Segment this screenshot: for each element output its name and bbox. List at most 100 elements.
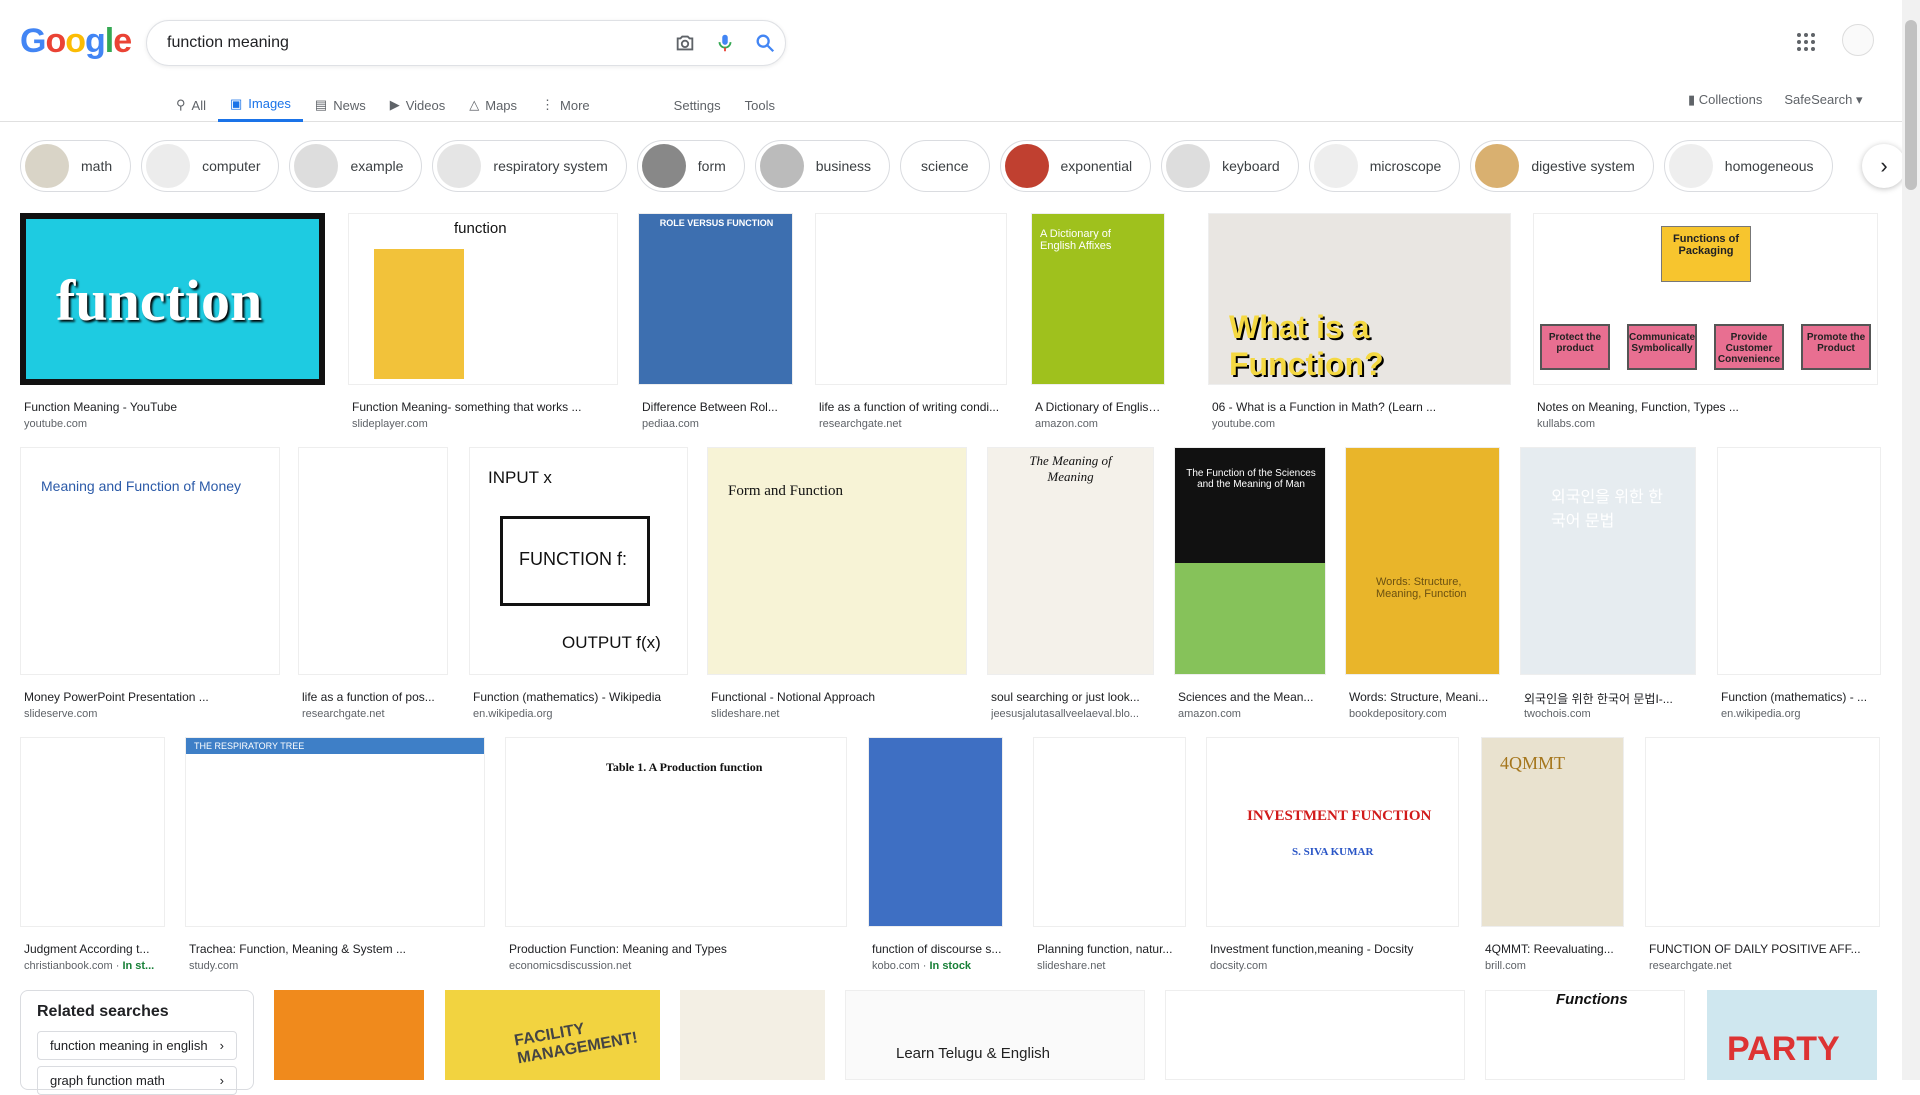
result-title[interactable]: 외국인을 위한 한국어 문법I-... (1524, 690, 1696, 707)
result-title[interactable]: function of discourse s... (872, 942, 1003, 956)
related-search-item[interactable]: graph function math › (37, 1066, 237, 1095)
chip-exponential[interactable]: exponential (999, 140, 1152, 192)
tab-more[interactable]: ⋮ More (529, 88, 602, 122)
scrollbar-thumb[interactable] (1905, 20, 1917, 190)
result-thumbnail[interactable] (274, 990, 424, 1080)
chip-thumbnail (1313, 144, 1358, 188)
result-thumbnail[interactable]: function (20, 213, 325, 385)
result-title[interactable]: Planning function, natur... (1037, 942, 1186, 956)
result-thumbnail[interactable]: The Function of the Sciences and the Mea… (1174, 447, 1326, 675)
result-title[interactable]: Function (mathematics) - Wikipedia (473, 690, 688, 704)
result-thumbnail[interactable]: INPUT x FUNCTION f: OUTPUT f(x) (469, 447, 688, 675)
result-thumbnail[interactable]: PARTY (1707, 990, 1877, 1080)
result-source: twochois.com (1524, 708, 1696, 720)
result-title[interactable]: Function Meaning - YouTube (24, 400, 325, 414)
result-thumbnail[interactable]: Form and Function (707, 447, 967, 675)
scrollbar[interactable] (1902, 0, 1920, 1080)
result-thumbnail[interactable] (1645, 737, 1880, 927)
result-thumbnail[interactable] (1033, 737, 1186, 927)
avatar[interactable] (1842, 24, 1874, 56)
result-thumbnail[interactable]: A Dictionary of English Affixes (1031, 213, 1165, 385)
result-title[interactable]: life as a function of writing condi... (819, 400, 1007, 414)
result-title[interactable]: 4QMMT: Reevaluating... (1485, 942, 1624, 956)
chip-homogeneous[interactable]: homogeneous (1663, 140, 1833, 192)
result-thumbnail[interactable]: Functions (1485, 990, 1685, 1080)
result-source: youtube.com (24, 418, 325, 430)
safesearch-menu[interactable]: SafeSearch ▾ (1784, 92, 1862, 108)
chip-thumbnail (641, 144, 686, 188)
result-domain: slideplayer.com (352, 418, 428, 430)
result-title[interactable]: Words: Structure, Meani... (1349, 690, 1500, 704)
chevron-right-icon[interactable]: › (1862, 144, 1906, 188)
result-thumbnail[interactable]: The Meaning of Meaning (987, 447, 1154, 675)
tab-maps[interactable]: △ Maps (457, 88, 529, 122)
search-box[interactable]: function meaning (146, 20, 786, 66)
chip-label: business (815, 158, 872, 174)
result-thumbnail[interactable]: Learn Telugu & English (845, 990, 1145, 1080)
result-title[interactable]: soul searching or just look... (991, 690, 1154, 704)
result-title[interactable]: Investment function,meaning - Docsity (1210, 942, 1459, 956)
chip-form[interactable]: form (636, 140, 745, 192)
result-title[interactable]: 06 - What is a Function in Math? (Learn … (1212, 400, 1511, 414)
tools-link[interactable]: Tools (733, 88, 787, 122)
tab-videos[interactable]: ▶ Videos (378, 88, 458, 122)
chip-microscope[interactable]: microscope (1308, 140, 1461, 192)
thumbnail-text: What is a Function? (1229, 309, 1384, 382)
result-thumbnail[interactable]: Functions of Packaging Protect the produc… (1533, 213, 1878, 385)
related-search-item[interactable]: function meaning in english › (37, 1031, 237, 1060)
result-title[interactable]: Sciences and the Mean... (1178, 690, 1326, 704)
chip-math[interactable]: math (20, 140, 132, 192)
result-title[interactable]: Functional - Notional Approach (711, 690, 967, 704)
result-title[interactable]: Production Function: Meaning and Types (509, 942, 847, 956)
result-title[interactable]: Notes on Meaning, Function, Types ... (1537, 400, 1878, 414)
result-title[interactable]: FUNCTION OF DAILY POSITIVE AFF... (1649, 942, 1880, 956)
thumbnail-text: FACILITY MANAGEMENT! (512, 1020, 639, 1068)
result-thumbnail[interactable] (680, 990, 825, 1080)
result-thumbnail[interactable]: FACILITY MANAGEMENT! (445, 990, 660, 1080)
chip-business[interactable]: business (754, 140, 891, 192)
google-logo[interactable]: Google (20, 22, 132, 61)
tab-news[interactable]: ▤ News (303, 88, 378, 122)
result-thumbnail[interactable]: Words: Structure, Meaning, Function (1345, 447, 1500, 675)
apps-grid-icon[interactable] (1794, 30, 1818, 54)
result-title[interactable]: A Dictionary of English ... (1035, 400, 1165, 414)
result-title[interactable]: Money PowerPoint Presentation ... (24, 690, 280, 704)
result-title[interactable]: life as a function of pos... (302, 690, 448, 704)
result-thumbnail[interactable]: INVESTMENT FUNCTION S. SIVA KUMAR (1206, 737, 1459, 927)
search-input[interactable]: function meaning (167, 34, 665, 52)
result-thumbnail[interactable]: ROLE VERSUS FUNCTION (638, 213, 793, 385)
search-icon[interactable] (745, 23, 785, 63)
result-thumbnail[interactable]: function (348, 213, 618, 385)
chip-respiratory-system[interactable]: respiratory system (432, 140, 627, 192)
chip-label: exponential (1060, 158, 1133, 174)
result-title[interactable]: Trachea: Function, Meaning & System ... (189, 942, 485, 956)
result-title[interactable]: Function Meaning- something that works .… (352, 400, 618, 414)
result-domain: kullabs.com (1537, 418, 1596, 430)
result-thumbnail[interactable] (298, 447, 448, 675)
result-thumbnail[interactable]: Meaning and Function of Money (20, 447, 280, 675)
chip-example[interactable]: example (289, 140, 423, 192)
tab-images[interactable]: ▣ Images (217, 88, 303, 122)
result-thumbnail[interactable] (1165, 990, 1465, 1080)
settings-link[interactable]: Settings (662, 88, 733, 122)
chip-digestive-system[interactable]: digestive system (1470, 140, 1654, 192)
result-thumbnail[interactable]: 외국인을 위한 한국어 문법 (1520, 447, 1696, 675)
camera-icon[interactable] (665, 23, 705, 63)
result-title[interactable]: Judgment According t... (24, 942, 165, 956)
collections-link[interactable]: ▮ Collections (1688, 92, 1762, 108)
result-title[interactable]: Function (mathematics) - ... (1721, 690, 1881, 704)
result-thumbnail[interactable]: 4QMMT (1481, 737, 1624, 927)
tab-all[interactable]: ⚲ All (164, 88, 218, 122)
chip-computer[interactable]: computer (141, 140, 280, 192)
chip-science[interactable]: science (900, 140, 990, 192)
result-thumbnail[interactable] (868, 737, 1003, 927)
result-title[interactable]: Difference Between Rol... (642, 400, 793, 414)
result-thumbnail[interactable]: Table 1. A Production function (505, 737, 847, 927)
result-thumbnail[interactable] (1717, 447, 1881, 675)
result-thumbnail[interactable] (815, 213, 1007, 385)
result-thumbnail[interactable]: THE RESPIRATORY TREE (185, 737, 485, 927)
result-thumbnail[interactable] (20, 737, 165, 927)
result-thumbnail[interactable]: What is a Function? (1208, 213, 1511, 385)
chip-keyboard[interactable]: keyboard (1161, 140, 1299, 192)
microphone-icon[interactable] (705, 23, 745, 63)
